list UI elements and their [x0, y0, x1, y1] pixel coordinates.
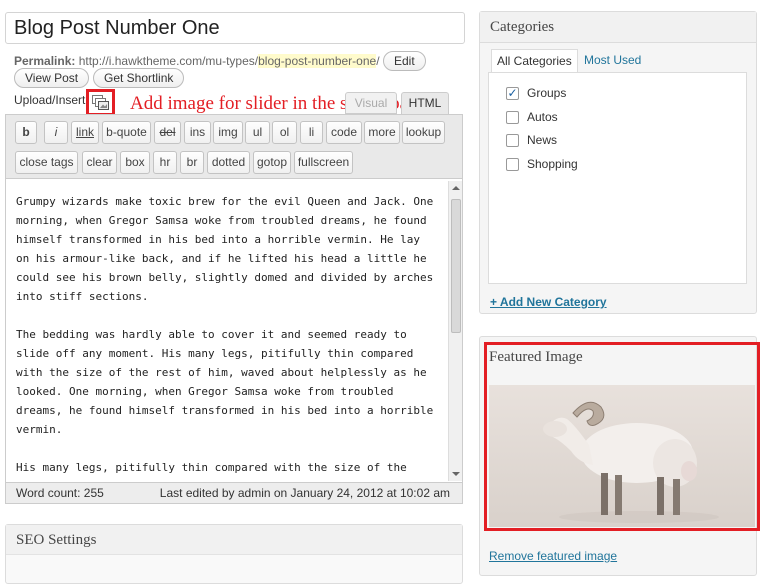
qt-del-button[interactable]: del [154, 121, 181, 144]
qt-bold-button[interactable]: b [15, 121, 37, 144]
qt-fullscreen-button[interactable]: fullscreen [294, 151, 353, 174]
permalink-label: Permalink: [14, 54, 76, 68]
qt-lookup-button[interactable]: lookup [402, 121, 445, 144]
scroll-down-icon[interactable] [452, 471, 460, 477]
qt-dotted-button[interactable]: dotted [207, 151, 250, 174]
category-checklist: ✓ Groups Autos News Shopping [488, 72, 747, 284]
qt-br-button[interactable]: br [180, 151, 204, 174]
qt-more-button[interactable]: more [364, 121, 400, 144]
post-content-textarea[interactable]: Grumpy wizards make toxic brew for the e… [6, 180, 446, 480]
category-label: News [527, 133, 558, 147]
tab-visual[interactable]: Visual [345, 92, 397, 114]
post-title-input[interactable] [5, 12, 465, 44]
word-count: Word count: 255 [16, 486, 104, 500]
qt-ul-button[interactable]: ul [245, 121, 270, 144]
tab-most-used[interactable]: Most Used [584, 53, 641, 67]
qt-gotop-button[interactable]: gotop [253, 151, 291, 174]
tab-all-categories[interactable]: All Categories [491, 49, 578, 73]
categories-box: Categories All Categories Most Used ✓ Gr… [479, 11, 757, 314]
upload-insert-label: Upload/Insert [14, 93, 86, 107]
content-paragraph: Grumpy wizards make toxic brew for the e… [16, 195, 434, 303]
qt-hr-button[interactable]: hr [153, 151, 177, 174]
editor-statusbar: Word count: 255 Last edited by admin on … [6, 482, 462, 503]
qt-ins-button[interactable]: ins [184, 121, 211, 144]
image-gallery-icon [92, 95, 109, 110]
qt-li-button[interactable]: li [300, 121, 323, 144]
tab-html[interactable]: HTML [401, 92, 449, 114]
scroll-up-icon[interactable] [452, 185, 460, 191]
html-editor: b i link b-quote del ins img ul ol li co… [5, 114, 463, 504]
qt-box-button[interactable]: box [120, 151, 150, 174]
add-media-icon[interactable] [86, 89, 115, 116]
qt-italic-button[interactable]: i [44, 121, 68, 144]
qt-img-button[interactable]: img [213, 121, 243, 144]
get-shortlink-button[interactable]: Get Shortlink [93, 68, 185, 88]
edit-permalink-button[interactable]: Edit [383, 51, 426, 71]
seo-settings-box: SEO Settings [5, 524, 463, 584]
category-label: Shopping [527, 157, 578, 171]
category-label: Autos [527, 110, 558, 124]
checkbox-icon[interactable] [506, 134, 519, 147]
remove-featured-image-link[interactable]: Remove featured image [489, 549, 617, 563]
qt-clear-button[interactable]: clear [82, 151, 117, 174]
permalink-slug[interactable]: blog-post-number-one [258, 54, 377, 68]
ram-image-icon [543, 401, 719, 523]
editor-scrollbar[interactable] [448, 181, 462, 481]
content-paragraph: His many legs, pitifully thin compared w… [16, 461, 407, 474]
categories-title[interactable]: Categories [480, 12, 756, 43]
checkbox-icon[interactable] [506, 158, 519, 171]
quicktags-toolbar: b i link b-quote del ins img ul ol li co… [6, 115, 462, 179]
checkbox-icon[interactable] [506, 111, 519, 124]
featured-image-thumbnail[interactable] [489, 385, 755, 527]
permalink-row: Permalink: http://i.hawktheme.com/mu-typ… [14, 54, 380, 68]
qt-ol-button[interactable]: ol [272, 121, 297, 144]
add-new-category-link[interactable]: + Add New Category [490, 295, 607, 309]
content-paragraph: The bedding was hardly able to cover it … [16, 328, 434, 436]
checkbox-checked-icon[interactable]: ✓ [506, 87, 519, 100]
qt-code-button[interactable]: code [326, 121, 362, 144]
featured-image-title[interactable]: Featured Image [489, 349, 583, 366]
qt-link-button[interactable]: link [71, 121, 99, 144]
seo-settings-title[interactable]: SEO Settings [6, 525, 462, 555]
category-label: Groups [527, 86, 567, 100]
last-edited: Last edited by admin on January 24, 2012… [159, 486, 450, 500]
permalink-trail: / [376, 54, 380, 68]
view-post-button[interactable]: View Post [14, 68, 90, 88]
scroll-thumb[interactable] [451, 199, 461, 333]
qt-blockquote-button[interactable]: b-quote [102, 121, 151, 144]
qt-close-tags-button[interactable]: close tags [15, 151, 78, 174]
permalink-base: http://i.hawktheme.com/mu-types/ [78, 54, 259, 68]
